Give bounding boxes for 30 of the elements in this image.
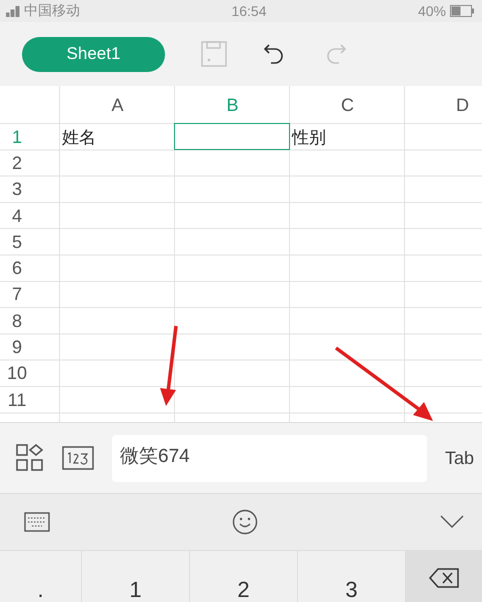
battery-icon (450, 5, 474, 17)
chevron-down-icon[interactable] (440, 515, 464, 529)
table-cell-text: 性别 (290, 126, 327, 149)
tab-key[interactable]: Tab (444, 448, 474, 468)
keyboard-icon[interactable] (24, 512, 50, 532)
row-header[interactable]: 9 (0, 334, 60, 361)
row-header[interactable]: 10 (0, 360, 60, 387)
row-header[interactable]: 2 (0, 150, 60, 177)
column-header[interactable]: D (405, 86, 482, 124)
column-header[interactable]: C (290, 86, 405, 124)
backspace-icon (429, 568, 459, 588)
row-header[interactable]: 8 (0, 308, 60, 334)
table-cell-text: 姓名 (61, 126, 97, 149)
delete-key[interactable] (405, 551, 482, 602)
selected-cell[interactable] (174, 123, 290, 150)
row-header[interactable]: 3 (0, 176, 60, 203)
number-keypad-icon[interactable] (62, 446, 94, 470)
emoji-icon[interactable] (232, 509, 258, 535)
column-header[interactable]: A (60, 86, 175, 124)
row-header[interactable]: 6 (0, 255, 60, 282)
carrier-name: 中国移动 (24, 2, 80, 20)
row-header[interactable]: 7 (0, 282, 60, 308)
battery-percent: 40% (418, 3, 446, 19)
signal-icon (6, 6, 20, 16)
clock-time: 16:54 (231, 3, 266, 19)
row-header[interactable]: 11 (0, 386, 60, 414)
row-header[interactable]: 4 (0, 202, 60, 230)
row-header[interactable]: 5 (0, 229, 60, 256)
shapes-icon[interactable] (16, 444, 44, 472)
cell-input-field[interactable]: 微笑674 (112, 434, 427, 482)
